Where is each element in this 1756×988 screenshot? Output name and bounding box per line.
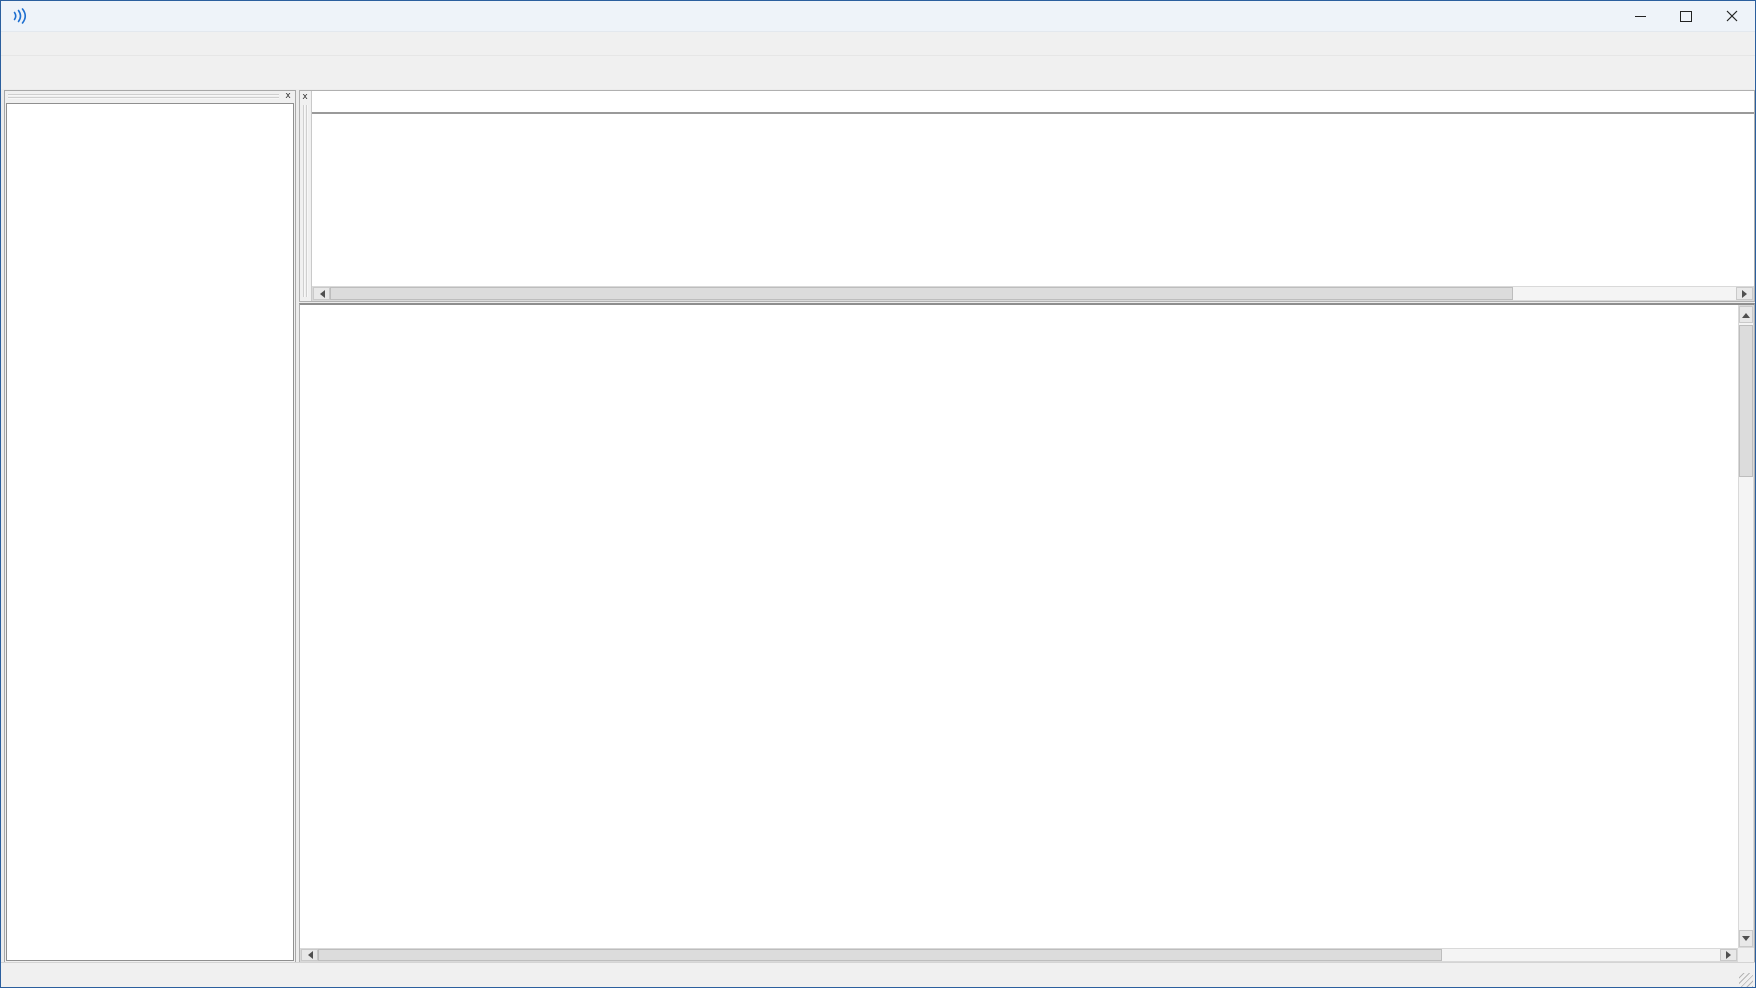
- title-bar: [1, 1, 1755, 32]
- waveform-detail-panel: x: [299, 90, 1755, 302]
- traces-vscrollbar[interactable]: [1738, 305, 1754, 948]
- waveform-svg: [312, 114, 1754, 286]
- trace-gather-panel[interactable]: [299, 303, 1755, 963]
- waveform-panel-titlebar[interactable]: x: [300, 91, 312, 301]
- minimize-button[interactable]: [1617, 1, 1663, 31]
- scroll-up-icon[interactable]: [1739, 306, 1753, 323]
- scrollbar-corner: [1738, 948, 1754, 962]
- drag-grip: [303, 105, 308, 297]
- scroll-thumb[interactable]: [1739, 325, 1753, 477]
- status-bar: [1, 962, 1755, 987]
- drag-grip: [8, 94, 279, 99]
- velocity-depth-panel: x: [4, 90, 296, 963]
- maximize-button[interactable]: [1663, 1, 1709, 31]
- waveform-plot-area[interactable]: [312, 112, 1754, 289]
- traces-hscrollbar[interactable]: [300, 948, 1738, 962]
- minimize-icon: [1635, 16, 1646, 17]
- pick-readout: [318, 119, 360, 135]
- velocity-depth-chart: [6, 103, 294, 961]
- velocity-curve-svg: [7, 104, 295, 962]
- scroll-thumb[interactable]: [318, 949, 1442, 961]
- scroll-right-icon[interactable]: [1736, 287, 1753, 300]
- waveform-readout: [312, 91, 1754, 112]
- waveform-hscrollbar[interactable]: [312, 286, 1754, 301]
- panel-close-icon[interactable]: x: [283, 92, 293, 101]
- app-window: x x: [0, 0, 1756, 988]
- scroll-left-icon[interactable]: [301, 949, 318, 961]
- resize-grip[interactable]: [1739, 973, 1753, 987]
- velocity-panel-titlebar[interactable]: x: [5, 91, 295, 102]
- trace-gather-svg: [300, 305, 1738, 949]
- app-sound-wave-icon: [9, 6, 29, 26]
- menu-bar: [1, 32, 1755, 56]
- panel-close-icon[interactable]: x: [300, 93, 310, 102]
- close-icon: [1726, 10, 1738, 22]
- close-button[interactable]: [1709, 1, 1755, 31]
- maximize-icon: [1680, 11, 1692, 22]
- workspace: x x: [1, 89, 1755, 965]
- toolbar: [1, 56, 1755, 91]
- scroll-left-icon[interactable]: [313, 287, 330, 300]
- scroll-down-icon[interactable]: [1739, 930, 1753, 947]
- scroll-thumb[interactable]: [330, 287, 1513, 300]
- scroll-right-icon[interactable]: [1720, 949, 1737, 961]
